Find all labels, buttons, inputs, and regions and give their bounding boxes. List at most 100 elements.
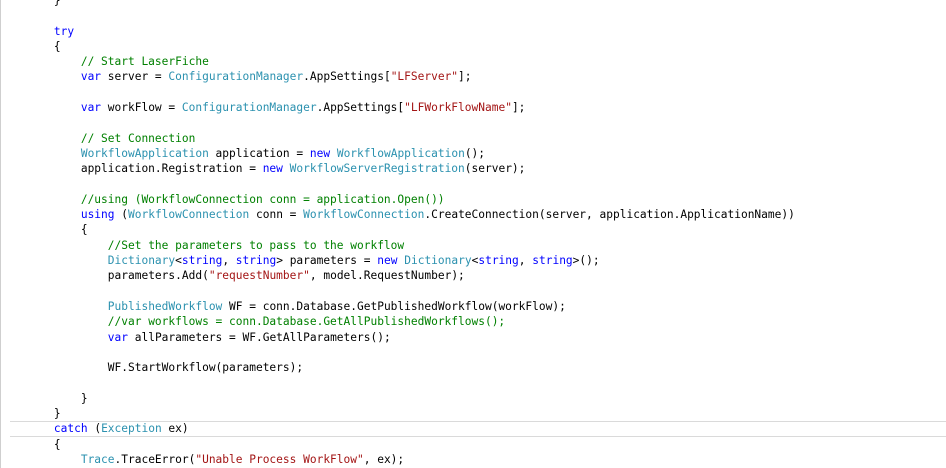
code-lines[interactable]: } try { // Start LaserFiche var server =… bbox=[0, 0, 946, 467]
type-token: ConfigurationManager bbox=[168, 70, 304, 84]
code-token: } bbox=[53, 407, 61, 421]
type-token: Trace bbox=[80, 452, 115, 466]
type-token: WorkflowApplication bbox=[80, 146, 209, 160]
code-token: WF.StartWorkflow(parameters); bbox=[107, 361, 304, 375]
code-token: > parameters = bbox=[276, 254, 378, 268]
code-line[interactable] bbox=[0, 115, 946, 130]
comment-token: // Start LaserFiche bbox=[80, 55, 209, 69]
code-line[interactable] bbox=[0, 284, 946, 299]
code-line[interactable] bbox=[0, 177, 946, 192]
comment-token: //using (WorkflowConnection conn = appli… bbox=[80, 192, 445, 206]
code-token: ex) bbox=[161, 422, 189, 436]
code-token: , ex); bbox=[363, 452, 405, 466]
type-token: PublishedWorkflow bbox=[107, 299, 223, 313]
code-line[interactable]: } bbox=[0, 0, 946, 8]
code-token: , model.RequestNumber); bbox=[309, 269, 465, 283]
keyword-token: new bbox=[377, 254, 398, 268]
code-line[interactable]: } bbox=[0, 391, 946, 406]
code-token: server = bbox=[101, 70, 169, 84]
code-line[interactable]: WorkflowApplication application = new Wo… bbox=[0, 146, 946, 161]
code-line[interactable]: application.Registration = new WorkflowS… bbox=[0, 161, 946, 176]
type-token: WorkflowConnection bbox=[303, 208, 425, 222]
comment-token: // Set Connection bbox=[80, 131, 196, 145]
code-line[interactable]: //Set the parameters to pass to the work… bbox=[0, 238, 946, 253]
code-token: { bbox=[53, 39, 61, 53]
code-line[interactable]: var allParameters = WF.GetAllParameters(… bbox=[0, 330, 946, 345]
keyword-token: new bbox=[262, 162, 283, 176]
keyword-token: string bbox=[532, 254, 573, 268]
keyword-token: string bbox=[181, 254, 223, 268]
type-token: WorkflowConnection bbox=[128, 208, 250, 222]
type-token: Dictionary bbox=[404, 254, 472, 268]
code-line[interactable]: } bbox=[0, 406, 946, 421]
current-code-line[interactable]: catch (Exception ex) bbox=[0, 421, 946, 437]
code-token: .CreateConnection(server, application.Ap… bbox=[424, 208, 795, 222]
code-line[interactable]: // Set Connection bbox=[0, 131, 946, 146]
code-line[interactable] bbox=[0, 345, 946, 360]
code-line[interactable]: // Start LaserFiche bbox=[0, 54, 946, 69]
code-line[interactable] bbox=[0, 85, 946, 100]
code-line[interactable]: { bbox=[0, 222, 946, 237]
code-line[interactable]: Dictionary<string, string> parameters = … bbox=[0, 253, 946, 268]
code-token: WF = conn.Database.GetPublishedWorkflow(… bbox=[222, 299, 566, 313]
code-line[interactable]: Trace.TraceError("Unable Process WorkFlo… bbox=[0, 452, 946, 467]
code-token: .TraceError( bbox=[114, 452, 196, 466]
string-token: "LFServer" bbox=[390, 70, 459, 84]
keyword-token: var bbox=[107, 330, 128, 344]
keyword-token: try bbox=[53, 24, 75, 38]
code-line[interactable]: try bbox=[0, 24, 946, 39]
string-token: "requestNumber" bbox=[208, 269, 310, 283]
code-line[interactable]: var workFlow = ConfigurationManager.AppS… bbox=[0, 100, 946, 115]
type-token: WorkflowApplication bbox=[336, 146, 465, 160]
code-token: conn = bbox=[249, 208, 304, 222]
code-line[interactable]: { bbox=[0, 39, 946, 54]
code-line[interactable] bbox=[0, 8, 946, 23]
type-token: ConfigurationManager bbox=[181, 101, 317, 115]
code-token: , bbox=[222, 254, 236, 268]
keyword-token: var bbox=[80, 70, 102, 84]
code-token: .AppSettings[ bbox=[316, 101, 405, 115]
type-token: WorkflowServerRegistration bbox=[289, 162, 465, 176]
code-editor[interactable]: } try { // Start LaserFiche var server =… bbox=[0, 0, 946, 468]
code-line[interactable]: PublishedWorkflow WF = conn.Database.Get… bbox=[0, 299, 946, 314]
code-token: { bbox=[80, 223, 88, 237]
code-line[interactable]: //using (WorkflowConnection conn = appli… bbox=[0, 192, 946, 207]
code-line[interactable]: //var workflows = conn.Database.GetAllPu… bbox=[0, 314, 946, 329]
keyword-token: var bbox=[80, 101, 102, 115]
code-token: } bbox=[53, 0, 61, 7]
comment-token: //var workflows = conn.Database.GetAllPu… bbox=[107, 315, 506, 329]
string-token: "Unable Process WorkFlow" bbox=[195, 452, 364, 466]
code-token: (); bbox=[464, 146, 486, 160]
code-line[interactable]: WF.StartWorkflow(parameters); bbox=[0, 360, 946, 375]
code-line[interactable]: parameters.Add("requestNumber", model.Re… bbox=[0, 268, 946, 283]
type-token: Dictionary bbox=[107, 254, 176, 268]
code-token: application.Registration = bbox=[80, 162, 263, 176]
code-line[interactable]: using (WorkflowConnection conn = Workflo… bbox=[0, 207, 946, 222]
code-token: } bbox=[80, 391, 88, 405]
code-line[interactable]: var server = ConfigurationManager.AppSet… bbox=[0, 69, 946, 84]
code-line[interactable]: { bbox=[0, 437, 946, 452]
code-line[interactable] bbox=[0, 375, 946, 390]
